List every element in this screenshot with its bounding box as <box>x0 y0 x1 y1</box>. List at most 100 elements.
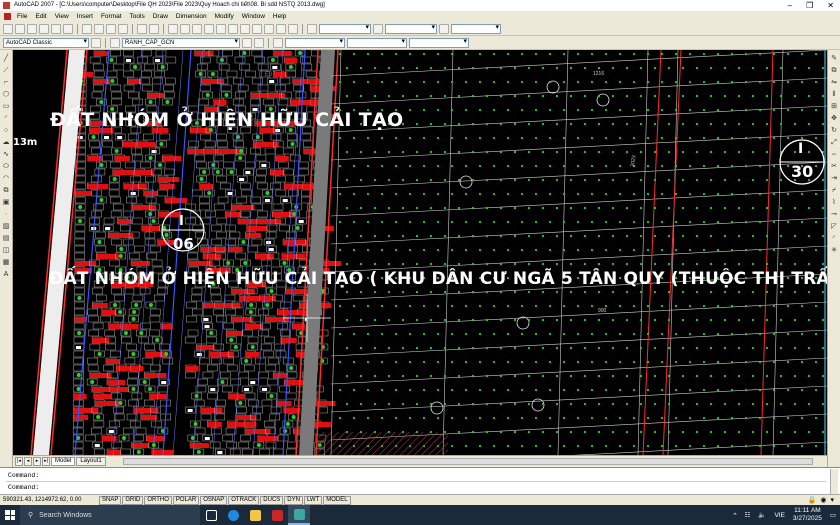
zoom-window-icon[interactable] <box>192 23 202 34</box>
minimize-button[interactable]: – <box>788 0 792 11</box>
mtext-icon[interactable]: A <box>2 270 11 279</box>
workspace-combo[interactable]: AutoCAD Classic <box>3 37 89 48</box>
circle-icon[interactable]: ○ <box>2 126 11 135</box>
zoom-realtime-icon[interactable] <box>180 23 190 34</box>
polyline-icon[interactable]: ⌐ <box>2 78 11 87</box>
design-center-icon[interactable] <box>228 23 238 34</box>
taskbar-app[interactable] <box>266 505 288 525</box>
table-style-combo[interactable] <box>451 23 501 34</box>
taskbar-app[interactable] <box>244 505 266 525</box>
document-icon[interactable] <box>4 13 11 20</box>
grid-toggle[interactable]: GRID <box>122 495 144 505</box>
clock[interactable]: 11:11 AM 3/27/2025 <box>793 507 822 523</box>
polygon-icon[interactable]: ⬡ <box>2 90 11 99</box>
stretch-icon[interactable]: ⇔ <box>830 150 839 159</box>
revcloud-icon[interactable]: ☁ <box>2 138 11 147</box>
explode-icon[interactable]: ✳ <box>830 246 839 255</box>
spline-icon[interactable]: ∿ <box>2 150 11 159</box>
region-icon[interactable]: ◫ <box>2 246 11 255</box>
menu-draw[interactable]: Draw <box>149 13 172 20</box>
layer-combo[interactable]: RANH_CAP_GCN <box>122 37 240 48</box>
sheet-set-icon[interactable] <box>252 23 262 34</box>
dyn-toggle[interactable]: DYN <box>284 495 303 505</box>
markup-icon[interactable] <box>264 23 274 34</box>
help-icon[interactable] <box>288 23 298 34</box>
zoom-previous-icon[interactable] <box>204 23 214 34</box>
menu-tools[interactable]: Tools <box>126 13 149 20</box>
start-button[interactable] <box>0 505 20 525</box>
lineweight-combo[interactable] <box>409 37 469 48</box>
close-button[interactable]: ✕ <box>827 0 834 11</box>
extend-icon[interactable]: ⇥ <box>830 174 839 183</box>
lock-icon[interactable]: 🔒 <box>808 496 817 504</box>
quickcalc-icon[interactable] <box>276 23 286 34</box>
command-input[interactable]: Command: <box>8 484 39 491</box>
otrack-toggle[interactable]: OTRACK <box>228 495 260 505</box>
join-icon[interactable]: ⊸ <box>830 210 839 219</box>
tab-layout1[interactable]: Layout1 <box>76 457 106 466</box>
break-at-point-icon[interactable]: ⌿ <box>830 186 839 195</box>
prev-tab-arrow-icon[interactable]: ◂ <box>24 457 32 466</box>
make-current-layer-icon[interactable] <box>242 37 252 48</box>
ellipse-arc-icon[interactable]: ◠ <box>2 174 11 183</box>
input-language[interactable]: VIE <box>774 512 784 519</box>
search-box[interactable]: ⚲ Search Windows <box>20 505 200 525</box>
trim-icon[interactable]: ✂ <box>830 162 839 171</box>
make-block-icon[interactable]: ▣ <box>2 198 11 207</box>
redo-icon[interactable] <box>149 23 159 34</box>
chevron-up-icon[interactable]: ^ <box>733 512 736 519</box>
layer-properties-icon[interactable] <box>110 37 120 48</box>
menu-window[interactable]: Window <box>238 13 269 20</box>
chamfer-icon[interactable]: ◸ <box>830 222 839 231</box>
ellipse-icon[interactable]: ⬭ <box>2 162 11 171</box>
menu-modify[interactable]: Modify <box>211 13 238 20</box>
offset-icon[interactable]: ⫴ <box>830 90 839 99</box>
properties-icon[interactable] <box>216 23 226 34</box>
snap-toggle[interactable]: SNAP <box>99 495 122 505</box>
first-tab-arrow-icon[interactable]: |◂ <box>15 457 23 466</box>
menu-insert[interactable]: Insert <box>73 13 97 20</box>
workspace-settings-icon[interactable] <box>91 37 101 48</box>
arc-icon[interactable]: ◜ <box>2 114 11 123</box>
save-icon[interactable] <box>27 23 37 34</box>
pan-icon[interactable] <box>168 23 178 34</box>
taskbar-app-autocad[interactable] <box>288 505 310 525</box>
point-icon[interactable]: · <box>2 210 11 219</box>
osnap-toggle[interactable]: OSNAP <box>200 495 228 505</box>
drawing-canvas[interactable]: ĐẤT NHÓM Ở HIỆN HỮU CẢI TẠO ĐẤT NHÓM Ở H… <box>13 50 827 455</box>
menu-format[interactable]: Format <box>97 13 126 20</box>
scale-icon[interactable]: ⤢ <box>830 138 839 147</box>
cut-icon[interactable] <box>82 23 92 34</box>
open-icon[interactable] <box>15 23 25 34</box>
dim-style-combo[interactable] <box>385 23 437 34</box>
rotate-icon[interactable]: ↻ <box>830 126 839 135</box>
menu-edit[interactable]: Edit <box>31 13 50 20</box>
construction-line-icon[interactable]: ⟋ <box>2 66 11 75</box>
move-icon[interactable]: ✥ <box>830 114 839 123</box>
gradient-icon[interactable]: ▤ <box>2 234 11 243</box>
undo-icon[interactable] <box>137 23 147 34</box>
plot-preview-icon[interactable] <box>51 23 61 34</box>
comm-center-icon[interactable]: ◉ <box>820 496 826 504</box>
ortho-toggle[interactable]: ORTHO <box>144 495 172 505</box>
task-view-button[interactable] <box>200 505 222 525</box>
horizontal-scrollbar[interactable] <box>123 458 813 465</box>
hatch-icon[interactable]: ▨ <box>2 222 11 231</box>
command-scrollbar[interactable] <box>830 469 838 494</box>
break-icon[interactable]: ⌇ <box>830 198 839 207</box>
plot-icon[interactable] <box>39 23 49 34</box>
model-toggle[interactable]: MODEL <box>323 495 351 505</box>
menu-dimension[interactable]: Dimension <box>172 13 211 20</box>
linetype-combo[interactable] <box>347 37 407 48</box>
rectangle-icon[interactable]: ▭ <box>2 102 11 111</box>
color-combo[interactable] <box>285 37 345 48</box>
polar-toggle[interactable]: POLAR <box>172 495 200 505</box>
lightbulb-icon[interactable] <box>273 37 283 48</box>
menu-view[interactable]: View <box>51 13 73 20</box>
paste-icon[interactable] <box>106 23 116 34</box>
notification-icon[interactable]: ▭ <box>830 511 836 519</box>
lwt-toggle[interactable]: LWT <box>303 495 323 505</box>
maximize-button[interactable]: ❐ <box>806 0 813 11</box>
tool-palettes-icon[interactable] <box>240 23 250 34</box>
network-icon[interactable]: ☷ <box>745 511 751 519</box>
